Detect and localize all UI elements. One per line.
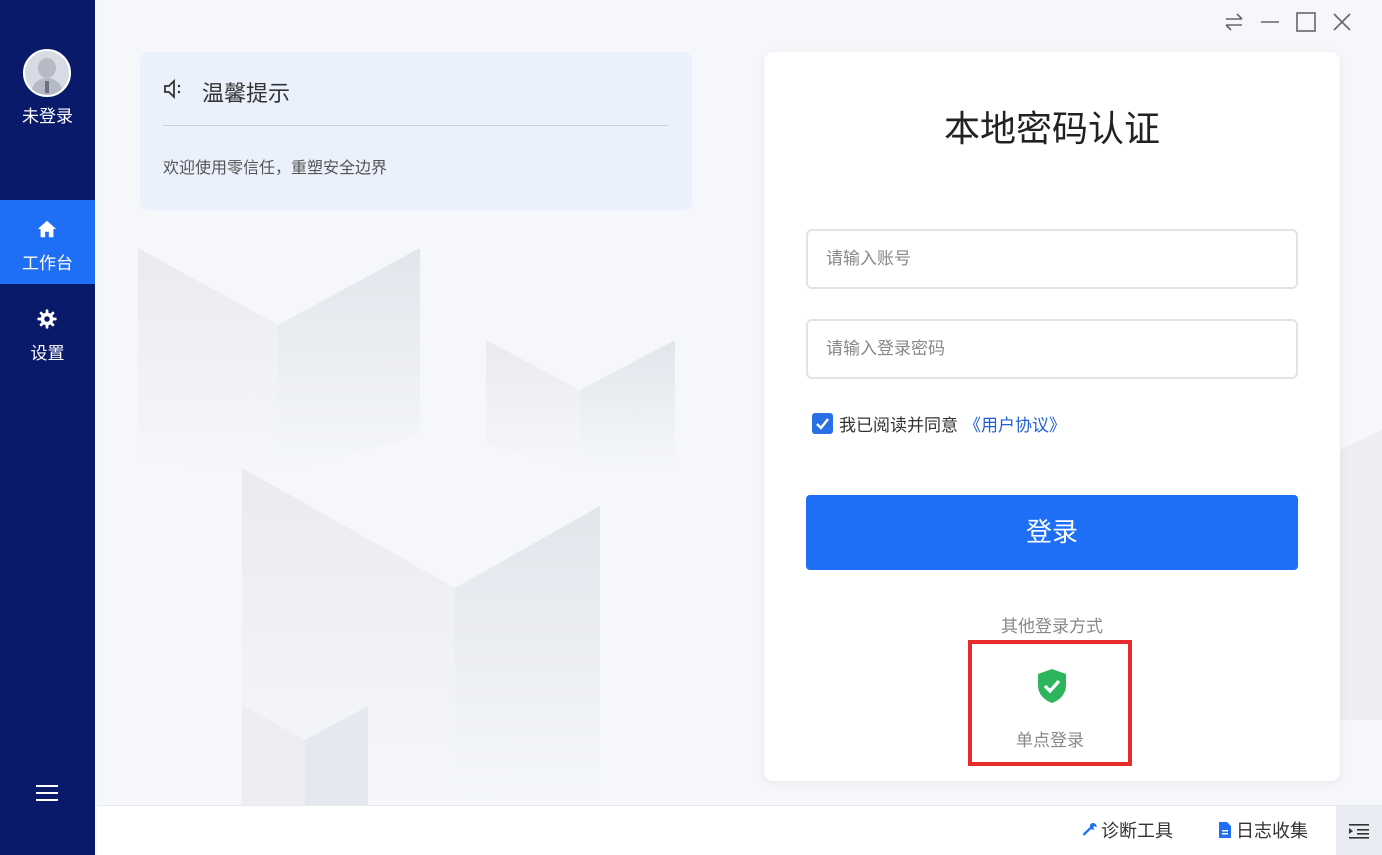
agreement-text: 我已阅读并同意 — [839, 415, 958, 436]
login-button[interactable]: 登录 — [806, 495, 1298, 570]
sidebar-item-label: 设置 — [30, 344, 65, 364]
diagnose-tool-button[interactable]: 诊断工具 — [1082, 818, 1173, 842]
sidebar-item-label: 工作台 — [22, 254, 73, 274]
sso-login-option[interactable]: 单点登录 — [968, 640, 1132, 766]
sso-login-label: 单点登录 — [1016, 731, 1084, 751]
bottom-bar: 诊断工具 日志收集 — [97, 805, 1382, 855]
panel-toggle-button[interactable] — [1336, 806, 1382, 855]
account-input[interactable] — [806, 229, 1298, 289]
login-card: 本地密码认证 我已阅读并同意 《用户协议》 登录 其他登录方式 单点登录 — [764, 52, 1340, 781]
shield-check-icon — [1038, 669, 1066, 703]
login-title: 本地密码认证 — [943, 109, 1160, 150]
diagnose-tool-label: 诊断工具 — [1101, 821, 1173, 842]
minimize-icon[interactable] — [1258, 10, 1282, 34]
avatar-tie — [45, 81, 49, 93]
sidebar: 未登录 工作台 设置 — [0, 0, 95, 855]
swap-icon[interactable] — [1222, 10, 1246, 34]
divider — [163, 125, 668, 126]
user-agreement-link[interactable]: 《用户协议》 — [964, 411, 1066, 436]
log-collect-button[interactable]: 日志收集 — [1217, 818, 1308, 842]
close-icon[interactable] — [1330, 10, 1354, 34]
avatar-head — [38, 58, 56, 78]
indent-list-icon — [1349, 824, 1369, 839]
other-login-methods-label: 其他登录方式 — [1001, 617, 1103, 637]
document-icon — [1219, 822, 1231, 838]
background-cube-edge-decoration — [1340, 430, 1382, 720]
password-input[interactable] — [806, 319, 1298, 379]
agreement-row: 我已阅读并同意 《用户协议》 — [812, 411, 1066, 436]
maximize-icon[interactable] — [1294, 10, 1318, 34]
notice-title: 温馨提示 — [202, 82, 291, 107]
checkmark-icon — [816, 417, 829, 430]
home-icon — [37, 220, 57, 238]
user-status-label: 未登录 — [22, 107, 73, 127]
sidebar-item-workbench[interactable]: 工作台 — [0, 200, 95, 284]
hamburger-menu-icon[interactable] — [35, 783, 59, 803]
notice-text: 欢迎使用零信任，重塑安全边界 — [163, 158, 388, 177]
log-collect-label: 日志收集 — [1236, 821, 1308, 842]
sidebar-item-settings[interactable]: 设置 — [0, 290, 95, 374]
avatar[interactable] — [23, 49, 71, 97]
agreement-checkbox[interactable] — [812, 412, 833, 434]
notice-card: 温馨提示 欢迎使用零信任，重塑安全边界 — [140, 52, 692, 210]
gear-icon — [37, 309, 57, 329]
wrench-icon — [1082, 823, 1097, 836]
background-cubes-decoration — [138, 248, 675, 805]
speaker-icon — [164, 78, 181, 100]
